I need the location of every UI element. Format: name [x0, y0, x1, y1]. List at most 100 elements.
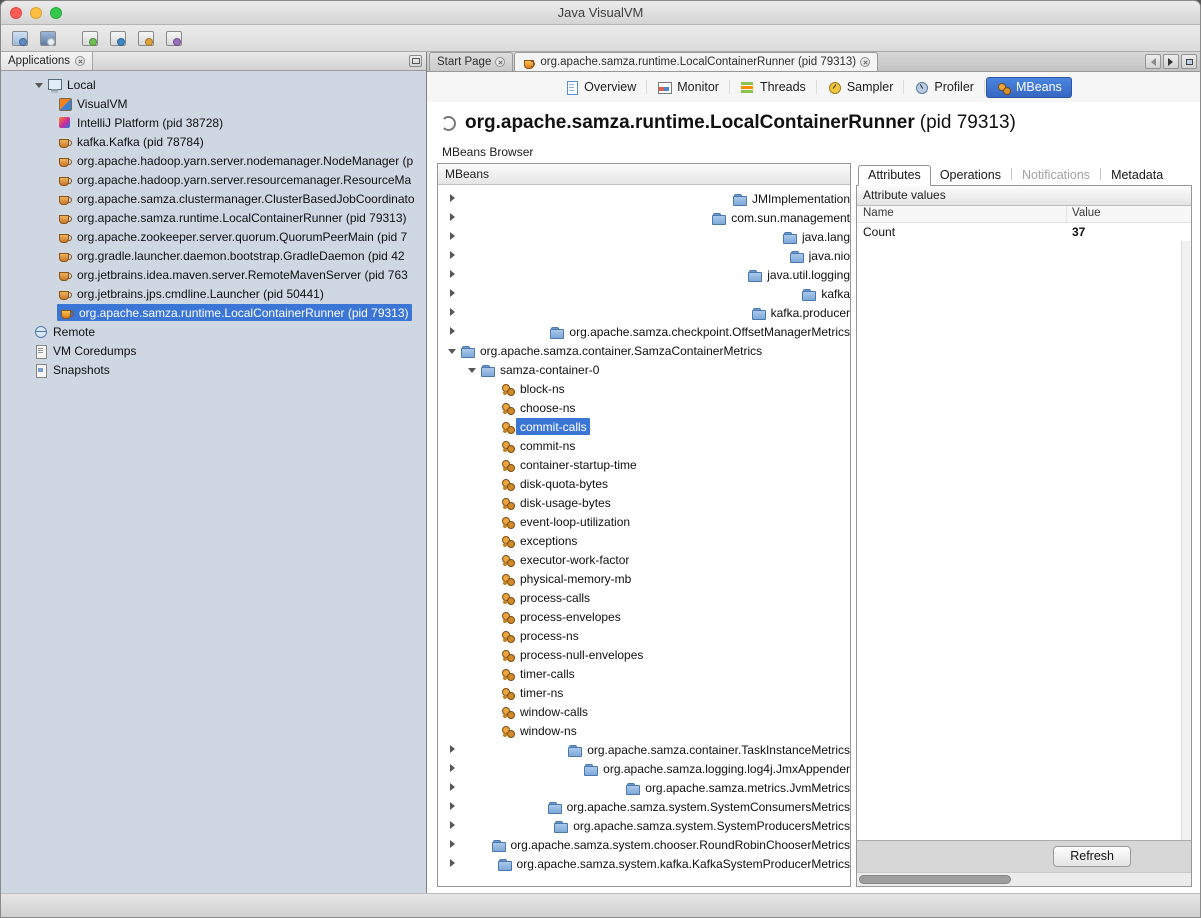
minimize-window-button[interactable] [30, 7, 42, 19]
mbean-item-executor-work-factor[interactable]: executor-work-factor [438, 550, 850, 569]
refresh-button[interactable]: Refresh [1053, 846, 1131, 867]
scroll-tabs-left-button[interactable] [1145, 54, 1161, 69]
thread-dump-icon[interactable] [136, 29, 158, 48]
tab-operations[interactable]: Operations [931, 166, 1010, 185]
load-snapshot-icon[interactable] [10, 29, 32, 48]
mbean-item-window-ns[interactable]: window-ns [438, 721, 850, 740]
scroll-tabs-right-button[interactable] [1163, 54, 1179, 69]
mbean-item-org-apache-samza-container-taskinstancemetrics[interactable]: org.apache.samza.container.TaskInstanceM… [438, 740, 850, 759]
mbean-item-org-apache-samza-system-systemconsumersmetrics[interactable]: org.apache.samza.system.SystemConsumersM… [438, 797, 850, 816]
mbean-item-physical-memory-mb[interactable]: physical-memory-mb [438, 569, 850, 588]
application-item-org-jetbrains-idea-maven-server-remotemavenserver-pid-763[interactable]: org.jetbrains.idea.maven.server.RemoteMa… [1, 265, 426, 284]
mbean-item-process-ns[interactable]: process-ns [438, 626, 850, 645]
application-item-org-apache-hadoop-yarn-server-nodemanager-nodemanager-p[interactable]: org.apache.hadoop.yarn.server.nodemanage… [1, 151, 426, 170]
vertical-scrollbar[interactable] [1181, 241, 1191, 840]
mbean-item-disk-quota-bytes[interactable]: disk-quota-bytes [438, 474, 850, 493]
mbean-item-commit-ns[interactable]: commit-ns [438, 436, 850, 455]
mbean-item-java-lang[interactable]: java.lang [438, 227, 850, 246]
window-titlebar[interactable]: Java VisualVM [1, 1, 1200, 25]
application-item-org-apache-zookeeper-server-quorum-quorumpeermain-pid-7[interactable]: org.apache.zookeeper.server.quorum.Quoru… [1, 227, 426, 246]
column-header-name[interactable]: Name [857, 206, 1067, 222]
mbean-item-org-apache-samza-system-systemproducersmetrics[interactable]: org.apache.samza.system.SystemProducersM… [438, 816, 850, 835]
maximize-view-button[interactable] [1181, 54, 1197, 69]
mbean-item-process-calls[interactable]: process-calls [438, 588, 850, 607]
expand-arrow-icon[interactable] [446, 778, 625, 797]
mbean-item-process-null-envelopes[interactable]: process-null-envelopes [438, 645, 850, 664]
tab-start-page[interactable]: Start Page [429, 52, 513, 71]
mbean-item-window-calls[interactable]: window-calls [438, 702, 850, 721]
heap-dump-icon[interactable] [108, 29, 130, 48]
expand-arrow-icon[interactable] [446, 227, 782, 246]
save-icon[interactable] [38, 29, 60, 48]
mbean-item-process-envelopes[interactable]: process-envelopes [438, 607, 850, 626]
mbean-item-org-apache-samza-checkpoint-offsetmanagermetrics[interactable]: org.apache.samza.checkpoint.OffsetManage… [438, 322, 850, 341]
horizontal-scrollbar[interactable] [857, 872, 1191, 886]
application-item-org-apache-samza-clustermanager-clusterbasedjobcoordinato[interactable]: org.apache.samza.clustermanager.ClusterB… [1, 189, 426, 208]
mbean-item-com-sun-management[interactable]: com.sun.management [438, 208, 850, 227]
add-jmx-connection-icon[interactable] [80, 29, 102, 48]
application-item-visualvm[interactable]: VisualVM [1, 94, 426, 113]
application-item-kafka-kafka-pid-78784[interactable]: kafka.Kafka (pid 78784) [1, 132, 426, 151]
expand-arrow-icon[interactable] [446, 854, 497, 873]
collapse-arrow-icon[interactable] [466, 360, 480, 379]
mbean-item-exceptions[interactable]: exceptions [438, 531, 850, 550]
mbean-item-container-startup-time[interactable]: container-startup-time [438, 455, 850, 474]
tab-threads[interactable]: Threads [731, 77, 815, 98]
application-item-snapshots[interactable]: Snapshots [1, 360, 426, 379]
expand-arrow-icon[interactable] [446, 265, 747, 284]
expand-arrow-icon[interactable] [446, 284, 801, 303]
collapse-arrow-icon[interactable] [446, 341, 460, 360]
mbean-item-org-apache-samza-system-kafka-kafkasystemproducermetrics[interactable]: org.apache.samza.system.kafka.KafkaSyste… [438, 854, 850, 873]
column-header-value[interactable]: Value [1067, 206, 1191, 222]
application-item-org-apache-samza-runtime-localcontainerrunner-pid-79313[interactable]: org.apache.samza.runtime.LocalContainerR… [1, 303, 426, 322]
tab-attributes[interactable]: Attributes [858, 165, 931, 186]
application-item-org-apache-hadoop-yarn-server-resourcemanager-resourcema[interactable]: org.apache.hadoop.yarn.server.resourcema… [1, 170, 426, 189]
tab-mbeans[interactable]: MBeans [986, 77, 1072, 98]
mbean-item-timer-ns[interactable]: timer-ns [438, 683, 850, 702]
expand-arrow-icon[interactable] [446, 208, 711, 227]
close-tab-icon[interactable] [860, 57, 870, 67]
close-tab-icon[interactable] [495, 57, 505, 67]
close-window-button[interactable] [10, 7, 22, 19]
tab-overview[interactable]: Overview [555, 77, 645, 98]
mbean-item-block-ns[interactable]: block-ns [438, 379, 850, 398]
mbean-item-kafka-producer[interactable]: kafka.producer [438, 303, 850, 322]
application-item-org-jetbrains-jps-cmdline-launcher-pid-50441[interactable]: org.jetbrains.jps.cmdline.Launcher (pid … [1, 284, 426, 303]
expand-arrow-icon[interactable] [446, 835, 491, 854]
mbean-item-org-apache-samza-system-chooser-roundrobinchoosermetrics[interactable]: org.apache.samza.system.chooser.RoundRob… [438, 835, 850, 854]
tab-metadata[interactable]: Metadata [1102, 166, 1172, 185]
mbean-item-java-util-logging[interactable]: java.util.logging [438, 265, 850, 284]
expand-arrow-icon[interactable] [446, 797, 547, 816]
application-snapshot-icon[interactable] [164, 29, 186, 48]
mbean-item-kafka[interactable]: kafka [438, 284, 850, 303]
close-applications-icon[interactable] [75, 56, 85, 66]
application-item-vm-coredumps[interactable]: VM Coredumps [1, 341, 426, 360]
expand-arrow-icon[interactable] [446, 246, 789, 265]
collapse-arrow-icon[interactable] [33, 75, 47, 94]
horizontal-scrollbar-thumb[interactable] [859, 875, 1011, 884]
mbean-item-commit-calls[interactable]: commit-calls [438, 417, 850, 436]
mbean-item-org-apache-samza-container-samzacontainermetrics[interactable]: org.apache.samza.container.SamzaContaine… [438, 341, 850, 360]
expand-arrow-icon[interactable] [446, 189, 732, 208]
attribute-row[interactable]: Count37 [857, 223, 1191, 241]
tab-localcontainerrunner[interactable]: org.apache.samza.runtime.LocalContainerR… [514, 52, 878, 71]
minimize-panel-icon[interactable] [409, 55, 422, 67]
expand-arrow-icon[interactable] [446, 759, 583, 778]
applications-tab[interactable]: Applications [1, 52, 93, 70]
mbean-item-event-loop-utilization[interactable]: event-loop-utilization [438, 512, 850, 531]
mbean-item-jmimplementation[interactable]: JMImplementation [438, 189, 850, 208]
mbean-item-samza-container-0[interactable]: samza-container-0 [438, 360, 850, 379]
expand-arrow-icon[interactable] [446, 303, 751, 322]
mbean-item-java-nio[interactable]: java.nio [438, 246, 850, 265]
tab-sampler[interactable]: Sampler [818, 77, 903, 98]
mbean-item-disk-usage-bytes[interactable]: disk-usage-bytes [438, 493, 850, 512]
mbean-item-org-apache-samza-logging-log4j-jmxappender[interactable]: org.apache.samza.logging.log4j.JmxAppend… [438, 759, 850, 778]
zoom-window-button[interactable] [50, 7, 62, 19]
mbean-item-org-apache-samza-metrics-jvmmetrics[interactable]: org.apache.samza.metrics.JvmMetrics [438, 778, 850, 797]
mbean-item-timer-calls[interactable]: timer-calls [438, 664, 850, 683]
tab-monitor[interactable]: Monitor [648, 77, 728, 98]
application-item-remote[interactable]: Remote [1, 322, 426, 341]
expand-arrow-icon[interactable] [446, 816, 553, 835]
tab-profiler[interactable]: Profiler [905, 77, 983, 98]
expand-arrow-icon[interactable] [446, 740, 567, 759]
